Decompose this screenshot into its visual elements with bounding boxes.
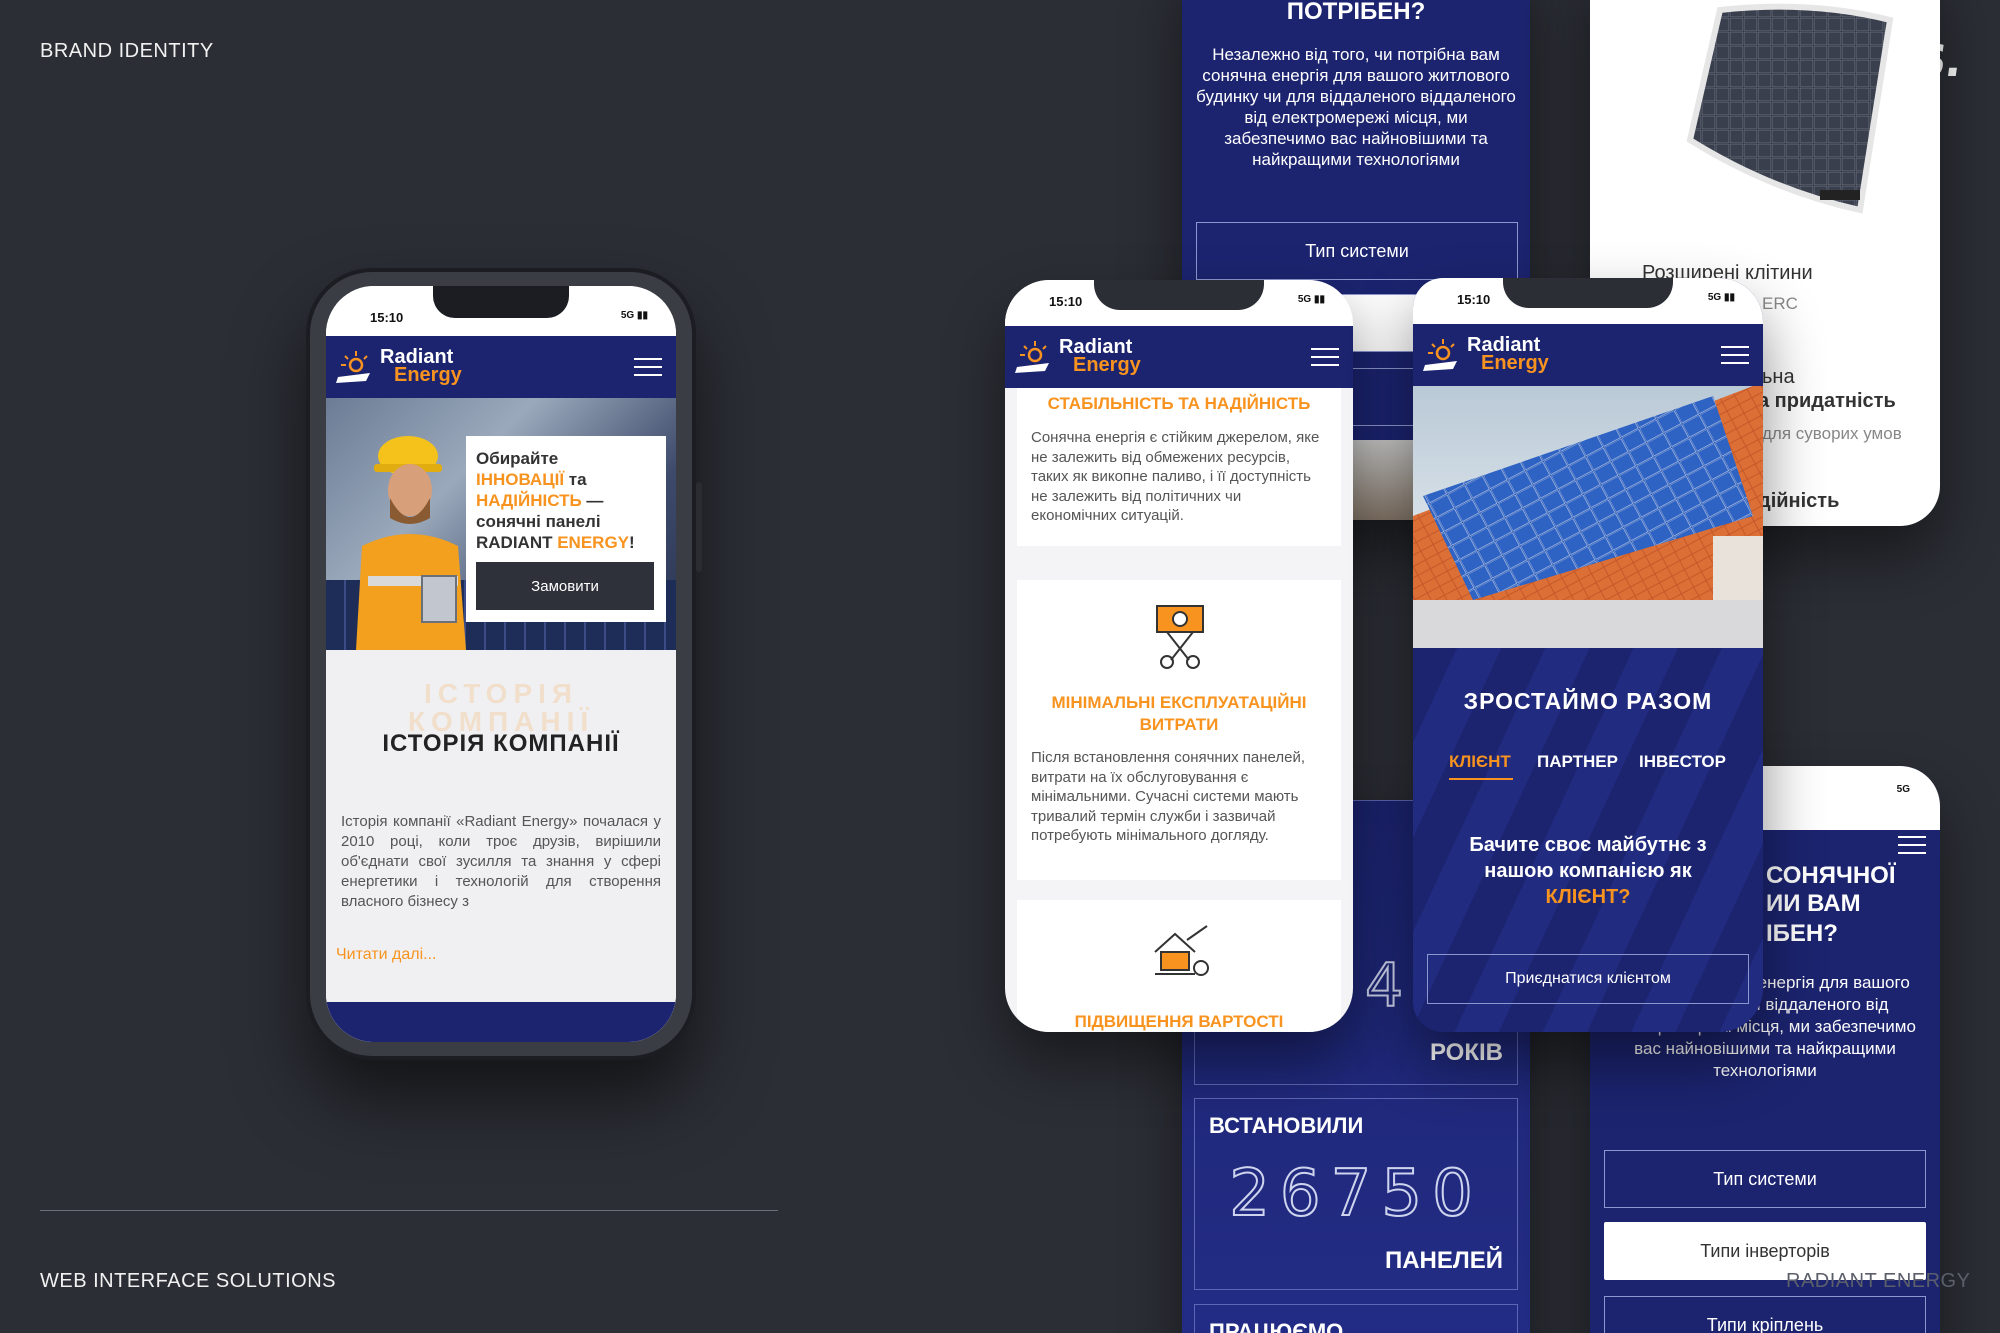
main-status-signal: 5G ▮▮ xyxy=(620,310,648,321)
grow-navbar: Radiant Energy xyxy=(1413,324,1763,386)
web-interface-caption: WEB INTERFACE SOLUTIONS xyxy=(40,1270,336,1292)
feature-durability-b: а придатність xyxy=(1758,390,1896,412)
working-card: ПРАЦЮЄМО xyxy=(1194,1304,1518,1333)
grow-title: ЗРОСТАЙМО РАЗОМ xyxy=(1463,688,1713,714)
system-type-button[interactable]: Тип системи xyxy=(1196,222,1518,280)
feature-costs-title: МІНІМАЛЬНІ ЕКСПЛУАТАЦІЙНІ ВИТРАТИ xyxy=(1051,693,1307,734)
main-footer-strip xyxy=(326,1002,676,1042)
grow-divider-strip xyxy=(1413,600,1763,648)
years-label: РОКІВ xyxy=(1429,1039,1503,1066)
feature-card-costs: МІНІМАЛЬНІ ЕКСПЛУАТАЦІЙНІ ВИТРАТИ Після … xyxy=(1017,580,1341,880)
main-phone: 15:10 5G ▮▮ Radiant Energy Обирайте ІННО… xyxy=(306,268,702,1060)
sun-logo-icon xyxy=(1423,339,1457,371)
hero-headline: Обирайте ІННОВАЦІЇ та НАДІЙНІСТЬ — соняч… xyxy=(476,449,635,552)
br-signal: 5G xyxy=(1896,784,1910,795)
br-mount-types-button[interactable]: Типи кріплень xyxy=(1604,1296,1926,1333)
grow-subtitle: Бачите своє майбутнє з нашою компанією я… xyxy=(1469,834,1707,908)
feature-reliability: дійність xyxy=(1758,490,1840,512)
history-text: Історія компанії «Radiant Energy» почала… xyxy=(341,813,661,910)
sun-logo-icon xyxy=(1015,341,1049,373)
main-notch xyxy=(433,286,569,318)
tab-partner[interactable]: ПАРТНЕР xyxy=(1537,752,1618,772)
status-signal: 5G ▮▮ xyxy=(1297,294,1325,305)
main-brand-logo[interactable]: Radiant Energy xyxy=(336,347,462,386)
installed-label: ВСТАНОВИЛИ xyxy=(1209,1113,1364,1138)
brand-name-line2: Energy xyxy=(394,364,462,386)
main-navbar: Radiant Energy xyxy=(326,336,676,398)
need-text: Незалежно від того, чи потрібна вам соня… xyxy=(1196,45,1516,169)
brand-name-line2: Energy xyxy=(1481,352,1549,374)
features-phone: 15:10 5G ▮▮ Radiant Energy СТАБІЛЬНІСТЬ Т… xyxy=(1005,280,1353,1032)
grow-status-signal: 5G ▮▮ xyxy=(1707,292,1735,303)
order-button[interactable]: Замовити xyxy=(476,562,654,610)
brand-identity-caption: BRAND IDENTITY xyxy=(40,40,214,62)
installed-card: ВСТАНОВИЛИ 26750 ПАНЕЛЕЙ xyxy=(1194,1098,1518,1290)
grow-brand-logo[interactable]: Radiant Energy xyxy=(1423,335,1549,374)
br-heading-2: ИИ ВАМ xyxy=(1766,890,1861,917)
history-ghost-title: ІСТОРІЯ КОМПАНІЇ xyxy=(407,678,595,737)
main-menu-button[interactable] xyxy=(634,358,662,378)
status-time: 15:10 xyxy=(1049,294,1083,309)
feature-value-title: ПІДВИЩЕННЯ ВАРТОСТІ xyxy=(1074,1012,1284,1031)
feature-stability-title: СТАБІЛЬНІСТЬ ТА НАДІЙНІСТЬ xyxy=(1047,394,1311,413)
caption-divider xyxy=(40,1210,778,1211)
feature-durability-sub: для суворих умов xyxy=(1762,424,1902,443)
tab-client-underline xyxy=(1449,778,1513,780)
working-label: ПРАЦЮЄМО xyxy=(1209,1319,1344,1333)
feature-card-stability: СТАБІЛЬНІСТЬ ТА НАДІЙНІСТЬ Сонячна енерг… xyxy=(1017,388,1341,546)
grow-phone: 15:10 5G ▮▮ Radiant Energy ЗРОСТАЙМО РАЗ… xyxy=(1413,278,1763,1032)
features-navbar: Radiant Energy xyxy=(1005,326,1353,388)
feature-stability-text: Сонячна енергія є стійким джерелом, яке … xyxy=(1031,429,1320,524)
hero-card: Обирайте ІННОВАЦІЇ та НАДІЙНІСТЬ — соняч… xyxy=(466,436,666,622)
engineer-worker-image xyxy=(356,436,466,650)
flexible-solar-panel-image xyxy=(1686,3,1894,214)
features-notch xyxy=(1094,280,1264,310)
brand-logo[interactable]: Radiant Energy xyxy=(1015,337,1141,376)
br-system-type-button[interactable]: Тип системи xyxy=(1604,1150,1926,1208)
need-heading: ПОТРІБЕН? xyxy=(1286,0,1426,25)
grow-notch xyxy=(1503,278,1673,308)
brand-name-line2: Energy xyxy=(1073,354,1141,376)
br-menu-button[interactable] xyxy=(1898,836,1926,856)
company-history-section: ІСТОРІЯ КОМПАНІЇ ІСТОРІЯ КОМПАНІЇ Історі… xyxy=(326,650,676,1042)
installed-unit: ПАНЕЛЕЙ xyxy=(1384,1247,1503,1274)
join-as-client-button[interactable]: Приєднатися клієнтом xyxy=(1427,954,1749,1004)
tab-investor[interactable]: ІНВЕСТОР xyxy=(1639,752,1726,772)
br-heading-3: ІБЕН? xyxy=(1766,920,1838,947)
feature-card-value: ПІДВИЩЕННЯ ВАРТОСТІ xyxy=(1017,900,1341,1032)
feature-costs-text: Після встановлення сонячних панелей, вит… xyxy=(1031,749,1305,844)
roof-solar-photo xyxy=(1413,386,1763,600)
sun-logo-icon xyxy=(336,351,370,383)
years-number: 4 xyxy=(1364,950,1404,1022)
installed-number: 26750 xyxy=(1228,1156,1483,1232)
feature-durability-a: ьна xyxy=(1762,366,1795,388)
grow-status-time: 15:10 xyxy=(1457,292,1491,307)
hero-banner: Обирайте ІННОВАЦІЇ та НАДІЙНІСТЬ — соняч… xyxy=(326,398,676,650)
showcase-canvas: BRAND IDENTITY WEB INTERFACE SOLUTIONS W… xyxy=(0,0,2000,1333)
grow-menu-button[interactable] xyxy=(1721,346,1749,366)
radiant-energy-caption: RADIANT ENERGY xyxy=(1786,1270,1971,1292)
main-status-time: 15:10 xyxy=(370,310,404,325)
tab-client[interactable]: КЛІЄНТ xyxy=(1449,752,1511,772)
house-value-icon xyxy=(1154,925,1209,976)
read-more-link[interactable]: Читати далі... xyxy=(336,946,436,964)
br-heading-1: СОНЯЧНОЇ xyxy=(1766,862,1896,889)
history-title: ІСТОРІЯ КОМПАНІЇ xyxy=(382,730,620,757)
main-phone-screen: 15:10 5G ▮▮ Radiant Energy Обирайте ІННО… xyxy=(326,286,676,1042)
money-scissors-icon xyxy=(1156,605,1204,669)
main-phone-side-button xyxy=(696,482,702,572)
feature-erc-sub: ERC xyxy=(1762,294,1798,313)
menu-button[interactable] xyxy=(1311,348,1339,368)
